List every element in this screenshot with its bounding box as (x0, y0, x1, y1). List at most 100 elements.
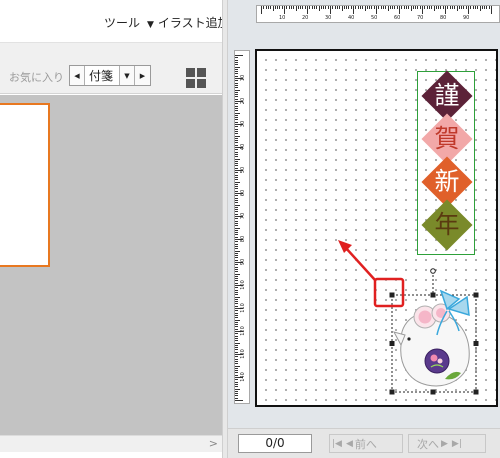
ruler-tick (399, 6, 400, 14)
horizontal-scrollbar[interactable]: > (0, 435, 222, 452)
tag-selector[interactable]: ◀ 付箋 ▼ ▶ (69, 65, 151, 86)
ruler-tick (235, 121, 238, 123)
top-ruler: 10 20 30 40 50 60 70 80 90 (256, 5, 500, 23)
ruler-tick (235, 87, 238, 89)
ruler-tick (235, 280, 238, 282)
ruler-tick (334, 6, 336, 9)
ruler-tick (449, 6, 451, 9)
ruler-tick (235, 252, 238, 254)
ruler-tick (235, 195, 238, 197)
page-number-field[interactable]: 0/0 (238, 434, 312, 453)
ruler-tick (235, 140, 238, 142)
left-pane: ツール ▼ イラスト追加 お気に入り ◀ 付箋 ▼ ▶ > (0, 0, 230, 458)
resize-handle-e[interactable] (473, 341, 479, 346)
resize-handle-se[interactable] (473, 389, 479, 395)
left-ruler-label: 110 (239, 303, 246, 313)
ruler-tick (235, 202, 238, 204)
ruler-tick (311, 6, 313, 9)
ruler-tick (382, 6, 384, 9)
ruler-tick (235, 183, 238, 185)
greeting-text-frame[interactable]: 謹 賀 新 年 (417, 70, 475, 255)
ruler-tick (235, 153, 238, 155)
previous-tag-button[interactable]: ◀ (70, 66, 85, 85)
ruler-tick (366, 6, 368, 9)
next-button[interactable]: 次へ ▶ ▶| (408, 434, 486, 453)
rotation-handle[interactable] (430, 268, 436, 274)
ruler-tick (373, 6, 375, 9)
ruler-tick (445, 6, 446, 14)
top-ruler-label: 90 (463, 15, 470, 21)
favorites-label[interactable]: お気に入り (9, 69, 64, 85)
ruler-tick (357, 6, 359, 9)
menu-tools[interactable]: ツール (104, 14, 140, 31)
ruler-tick (235, 294, 238, 296)
ruler-tick (235, 257, 238, 259)
ruler-tick (235, 98, 238, 100)
postcard-canvas[interactable]: 謹 賀 新 年 (255, 49, 498, 407)
ruler-tick (235, 367, 238, 369)
ruler-tick (235, 347, 238, 349)
tag-dropdown-button[interactable]: ▼ (120, 66, 135, 85)
scroll-right-icon[interactable]: > (209, 437, 218, 450)
ruler-tick (235, 291, 238, 293)
top-ruler-label: 60 (394, 15, 401, 21)
ruler-tick (385, 6, 387, 9)
ruler-tick (428, 6, 430, 9)
ruler-tick (403, 6, 405, 9)
ruler-tick (235, 312, 238, 314)
ruler-tick (235, 181, 240, 183)
ruler-tick (235, 91, 238, 93)
ruler-tick (235, 248, 238, 250)
ruler-tick (327, 6, 329, 9)
ruler-tick (235, 73, 238, 75)
kanji-2: 賀 (434, 124, 460, 153)
ruler-tick (235, 250, 240, 252)
ruler-tick (235, 84, 238, 86)
ruler-tick (302, 6, 304, 9)
menu-illust-add[interactable]: ▼ イラスト追加 (147, 14, 230, 31)
ruler-tick (341, 6, 343, 11)
resize-handle-ne[interactable] (473, 292, 479, 298)
ruler-tick (481, 6, 483, 9)
ruler-tick (424, 6, 426, 9)
selected-thumbnail[interactable] (0, 103, 50, 267)
ruler-tick (235, 298, 238, 300)
resize-handle-nw[interactable] (389, 292, 395, 298)
next-tag-button[interactable]: ▶ (135, 66, 150, 85)
ruler-tick (235, 326, 238, 328)
ruler-tick (235, 156, 238, 158)
ruler-tick (235, 266, 238, 268)
resize-handle-n[interactable] (430, 292, 436, 298)
ruler-tick (389, 6, 391, 9)
resize-handle-w[interactable] (389, 341, 395, 346)
ruler-tick (468, 6, 469, 14)
ruler-tick (235, 333, 238, 335)
ruler-tick (323, 6, 325, 9)
mouse-illustration[interactable] (387, 268, 481, 397)
grid-view-icon[interactable] (186, 68, 206, 88)
prev-button[interactable]: |◀ ◀ 前へ (329, 434, 403, 453)
ruler-tick (297, 6, 299, 9)
ruler-tick (235, 174, 238, 176)
ruler-tick (235, 96, 238, 98)
ruler-tick (235, 172, 238, 174)
page-navigation-bar: 0/0 |◀ ◀ 前へ 次へ ▶ ▶| (228, 428, 500, 458)
ruler-tick (235, 130, 238, 132)
annotation-arrow-head (338, 240, 352, 253)
ruler-tick (235, 128, 238, 130)
resize-handle-s[interactable] (430, 389, 436, 395)
ruler-tick (235, 197, 238, 199)
ruler-tick (235, 372, 238, 374)
resize-handle-sw[interactable] (389, 389, 395, 395)
ruler-tick (235, 179, 238, 181)
left-ruler-label: 130 (239, 349, 246, 359)
left-ruler-label: 140 (239, 372, 246, 382)
ruler-tick (364, 6, 366, 11)
ruler-tick (401, 6, 403, 9)
ruler-tick (235, 268, 238, 270)
ruler-tick (235, 296, 240, 298)
top-ruler-label: 20 (302, 15, 309, 21)
ruler-tick (235, 314, 238, 316)
ruler-tick (235, 255, 238, 257)
ruler-tick (235, 245, 238, 247)
